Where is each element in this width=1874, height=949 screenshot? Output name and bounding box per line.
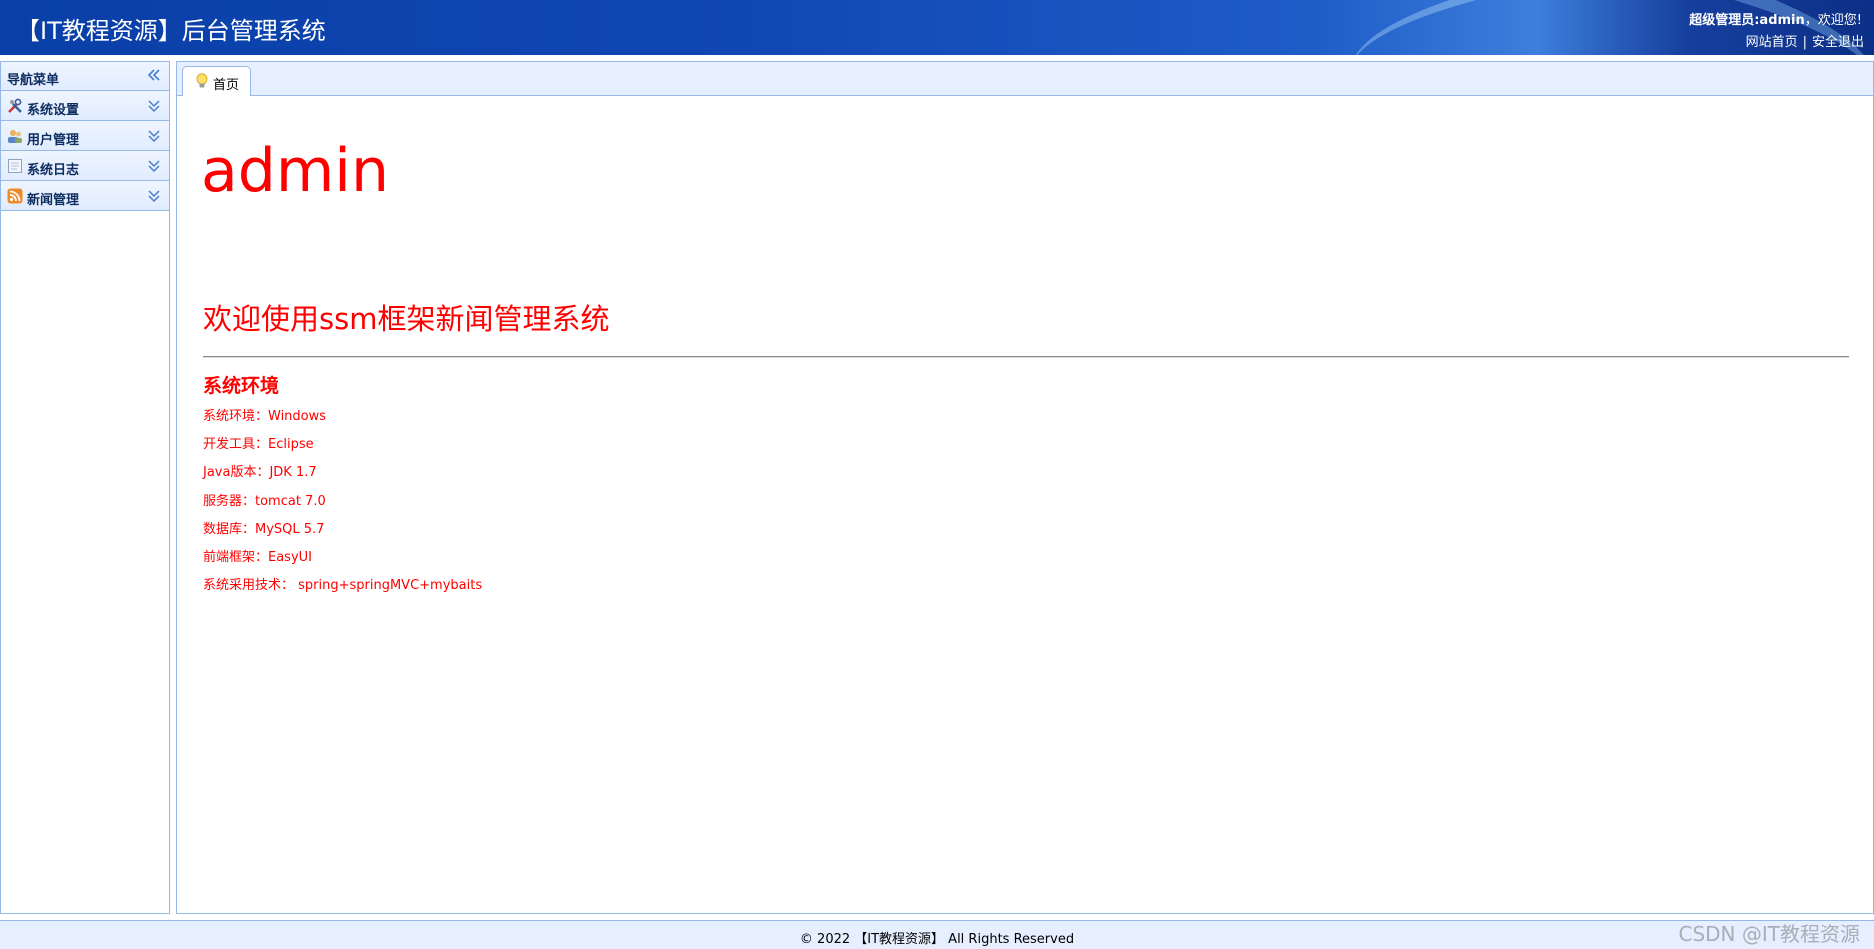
sidebar-item-system-log[interactable]: 系统日志: [1, 151, 169, 181]
env-item: Java版本：JDK 1.7: [203, 465, 317, 481]
sidebar-item-system-settings[interactable]: 系统设置: [1, 91, 169, 121]
sidebar-header: 导航菜单: [1, 62, 169, 91]
sidebar-item-news-management[interactable]: 新闻管理: [1, 181, 169, 211]
logout-link[interactable]: 安全退出: [1812, 35, 1864, 50]
tab-home[interactable]: 首页: [182, 66, 251, 96]
sidebar-item-label: 系统日志: [27, 163, 80, 178]
tools-icon: [8, 98, 22, 113]
rss-icon: [7, 188, 23, 204]
env-item: 前端框架：EasyUI: [203, 549, 312, 565]
home-link[interactable]: 网站首页: [1746, 35, 1798, 50]
chevron-down-icon[interactable]: [147, 129, 161, 143]
users-icon: [8, 130, 22, 143]
chevron-down-icon[interactable]: [147, 99, 161, 113]
env-section-title: 系统环境: [203, 375, 280, 397]
sidebar-item-label: 系统设置: [27, 103, 80, 118]
user-greeting: 超级管理员:admin，欢迎您!: [1689, 9, 1862, 28]
main-panel: 首页 admin 欢迎使用ssm框架新闻管理系统 系统环境 系统环境：Windo…: [176, 61, 1874, 914]
env-item: 系统采用技术： spring+springMVC+mybaits: [203, 578, 483, 594]
sidebar-item-label: 用户管理: [27, 133, 80, 148]
user-role: 超级管理员:admin: [1689, 13, 1805, 28]
page-footer: © 2022 【IT教程资源】 All Rights Reserved: [0, 920, 1874, 949]
lightbulb-icon: [196, 73, 208, 88]
collapse-left-icon[interactable]: [147, 68, 161, 82]
env-list: 系统环境：Windows 开发工具：Eclipse Java版本：JDK 1.7…: [203, 403, 482, 600]
watermark: CSDN @IT教程资源: [1678, 922, 1861, 946]
divider: [203, 356, 1849, 358]
nav-sidebar: 导航菜单 系统设置 用户管理 系统日志 新闻管理: [0, 61, 170, 914]
chevron-down-icon[interactable]: [147, 159, 161, 173]
link-separator: |: [1802, 35, 1807, 50]
header-links: 网站首页 | 安全退出: [1746, 31, 1864, 50]
copyright-text: © 2022 【IT教程资源】 All Rights Reserved: [799, 932, 1075, 947]
top-header: 【IT教程资源】后台管理系统 超级管理员:admin，欢迎您! 网站首页 | 安全退…: [0, 0, 1874, 55]
sidebar-item-label: 新闻管理: [27, 193, 80, 208]
sidebar-title: 导航菜单: [7, 73, 60, 88]
app-title: 【IT教程资源】后台管理系统: [16, 17, 326, 45]
env-item: 开发工具：Eclipse: [203, 437, 314, 453]
env-item: 数据库：MySQL 5.7: [203, 521, 325, 537]
tab-bar: 首页: [177, 62, 1873, 96]
welcome-message: 欢迎使用ssm框架新闻管理系统: [203, 302, 610, 336]
sidebar-item-user-management[interactable]: 用户管理: [1, 121, 169, 151]
tab-label: 首页: [213, 78, 240, 93]
log-icon: [8, 159, 22, 173]
chevron-down-icon[interactable]: [147, 189, 161, 203]
env-item: 系统环境：Windows: [203, 409, 327, 424]
username-heading: admin: [201, 136, 389, 206]
greeting-text: ，欢迎您!: [1804, 13, 1862, 28]
env-item: 服务器：tomcat 7.0: [203, 493, 326, 509]
